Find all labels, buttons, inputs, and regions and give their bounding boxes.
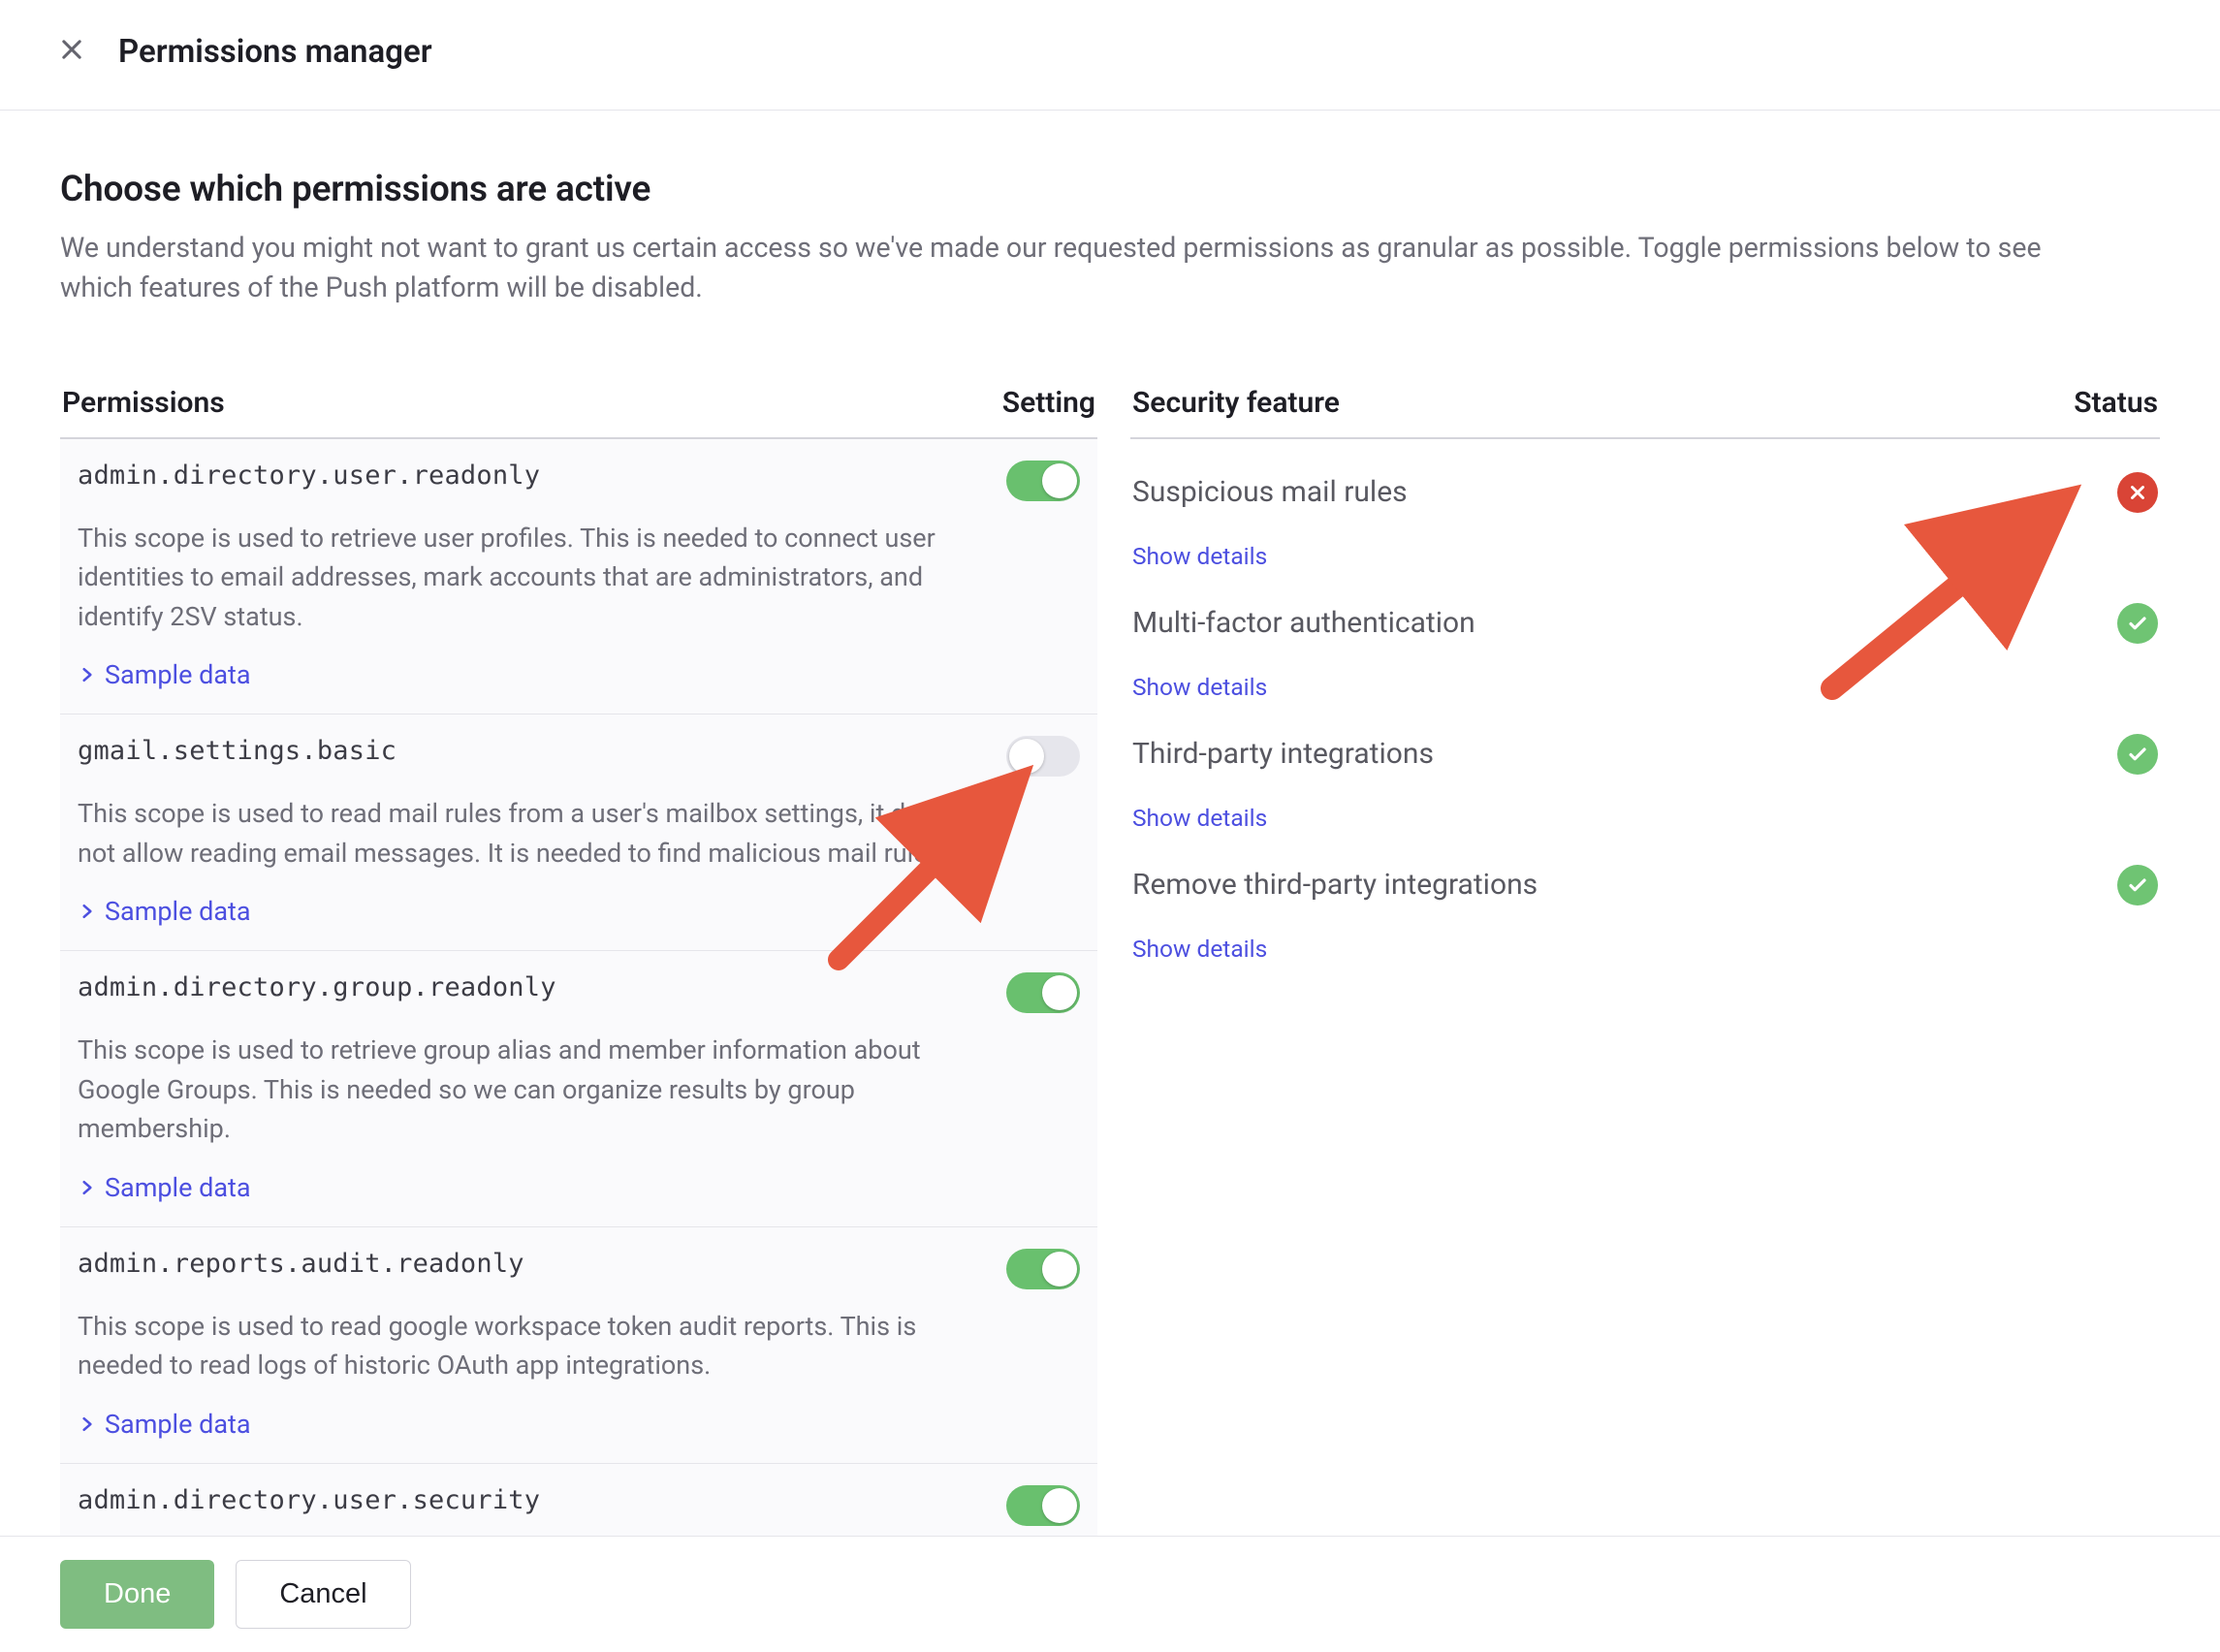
permission-description: This scope is used to read mail rules fr… bbox=[78, 794, 950, 873]
permission-toggle[interactable] bbox=[1006, 736, 1080, 777]
feature-name: Multi-factor authentication bbox=[1132, 606, 1475, 640]
done-button[interactable]: Done bbox=[60, 1560, 214, 1629]
sample-data-label: Sample data bbox=[105, 1409, 251, 1440]
feature-name: Third-party integrations bbox=[1132, 737, 1434, 771]
modal-footer: Done Cancel bbox=[0, 1536, 2220, 1652]
permission-toggle[interactable] bbox=[1006, 972, 1080, 1013]
setting-header-label: Setting bbox=[1002, 386, 1095, 420]
chevron-right-icon bbox=[78, 665, 97, 684]
permission-row: admin.directory.user.readonly This scope … bbox=[60, 439, 1097, 715]
feature-row: Suspicious mail rules Show details bbox=[1130, 439, 2160, 570]
permission-row: admin.directory.user.securityThis scope … bbox=[60, 1464, 1097, 1536]
feature-name: Suspicious mail rules bbox=[1132, 475, 1408, 509]
permission-scope: admin.directory.user.security bbox=[78, 1485, 540, 1515]
permissions-list[interactable]: admin.directory.user.readonly This scope … bbox=[60, 439, 1097, 1536]
sample-data-label: Sample data bbox=[105, 896, 251, 927]
chevron-right-icon bbox=[78, 1178, 97, 1197]
status-error-icon bbox=[2117, 472, 2158, 513]
permission-scope: admin.directory.group.readonly bbox=[78, 972, 556, 1002]
sample-data-label: Sample data bbox=[105, 659, 251, 690]
permission-description: This scope is used to retrieve user prof… bbox=[78, 519, 950, 637]
status-ok-icon bbox=[2117, 865, 2158, 905]
feature-row: Third-party integrations Show details bbox=[1130, 701, 2160, 832]
permission-scope: admin.reports.audit.readonly bbox=[78, 1249, 524, 1279]
permission-row: admin.directory.group.readonly This scope… bbox=[60, 951, 1097, 1227]
permissions-column-header: Permissions Setting bbox=[60, 386, 1097, 439]
security-feature-header-label: Security feature bbox=[1132, 386, 1340, 420]
modal-content: Choose which permissions are active We u… bbox=[0, 111, 2220, 1536]
modal-header: Permissions manager bbox=[0, 0, 2220, 111]
permission-row: gmail.settings.basic This scope is used t… bbox=[60, 715, 1097, 951]
sample-data-label: Sample data bbox=[105, 1172, 251, 1203]
sample-data-link[interactable]: Sample data bbox=[78, 659, 1080, 690]
columns: Permissions Setting admin.directory.user… bbox=[60, 386, 2160, 1536]
status-ok-icon bbox=[2117, 734, 2158, 775]
show-details-link[interactable]: Show details bbox=[1132, 935, 1267, 963]
permissions-column: Permissions Setting admin.directory.user… bbox=[60, 386, 1097, 1536]
permission-toggle[interactable] bbox=[1006, 461, 1080, 501]
modal-title: Permissions manager bbox=[118, 33, 432, 71]
feature-row: Multi-factor authentication Show details bbox=[1130, 570, 2160, 701]
page-heading: Choose which permissions are active bbox=[60, 169, 2160, 210]
page-subheading: We understand you might not want to gran… bbox=[60, 228, 2096, 308]
permission-toggle[interactable] bbox=[1006, 1485, 1080, 1526]
features-column: Security feature Status Suspicious mail … bbox=[1130, 386, 2160, 1536]
status-header-label: Status bbox=[2074, 386, 2158, 420]
feature-name: Remove third-party integrations bbox=[1132, 868, 1538, 902]
status-ok-icon bbox=[2117, 603, 2158, 644]
features-list: Suspicious mail rulesShow detailsMulti-f… bbox=[1130, 439, 2160, 1536]
sample-data-link[interactable]: Sample data bbox=[78, 1172, 1080, 1203]
permission-scope: admin.directory.user.readonly bbox=[78, 461, 540, 491]
chevron-right-icon bbox=[78, 902, 97, 921]
show-details-link[interactable]: Show details bbox=[1132, 542, 1267, 570]
chevron-right-icon bbox=[78, 1414, 97, 1434]
show-details-link[interactable]: Show details bbox=[1132, 804, 1267, 832]
permissions-header-label: Permissions bbox=[62, 386, 225, 420]
sample-data-link[interactable]: Sample data bbox=[78, 896, 1080, 927]
permission-row: admin.reports.audit.readonly This scope i… bbox=[60, 1227, 1097, 1464]
cancel-button[interactable]: Cancel bbox=[236, 1560, 410, 1629]
show-details-link[interactable]: Show details bbox=[1132, 673, 1267, 701]
permissions-modal: Permissions manager Choose which permiss… bbox=[0, 0, 2220, 1652]
features-column-header: Security feature Status bbox=[1130, 386, 2160, 439]
permission-description: This scope is used to read google worksp… bbox=[78, 1307, 950, 1385]
permission-toggle[interactable] bbox=[1006, 1249, 1080, 1289]
permission-scope: gmail.settings.basic bbox=[78, 736, 396, 766]
feature-row: Remove third-party integrations Show deta… bbox=[1130, 832, 2160, 963]
permission-description: This scope is used to retrieve group ali… bbox=[78, 1031, 950, 1149]
sample-data-link[interactable]: Sample data bbox=[78, 1409, 1080, 1440]
close-icon[interactable] bbox=[58, 36, 85, 69]
